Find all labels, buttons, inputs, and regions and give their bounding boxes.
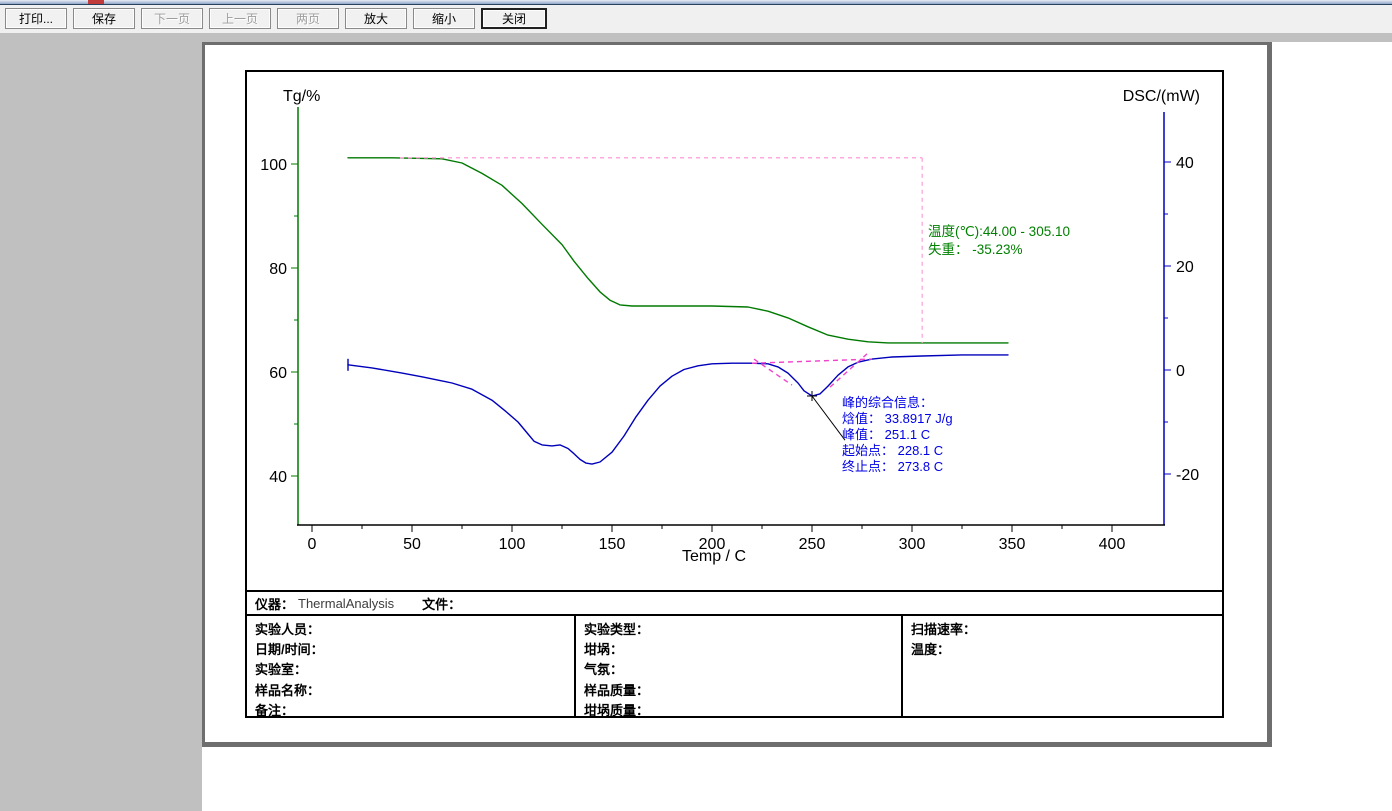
svg-text:0: 0 (1176, 363, 1185, 380)
tg-region-line1: 温度(℃):44.00 - 305.10 (928, 223, 1070, 241)
field-experiment-type: 实验类型： (576, 618, 901, 638)
chart-canvas: 05010015020025030035040010080604040200-2… (247, 72, 1222, 590)
table-column-3: 扫描速率： 温度： (903, 616, 1222, 718)
svg-text:100: 100 (260, 157, 287, 174)
dsc-peak-annotation: 峰的综合信息： 焓值： 33.8917 J/g 峰值： 251.1 C 起始点：… (842, 395, 953, 475)
table-column-2: 实验类型： 坩埚： 气氛： 样品质量： 坩埚质量： (576, 616, 903, 718)
preview-background-left (0, 33, 202, 811)
field-crucible-mass: 坩埚质量： (576, 700, 901, 720)
tg-region-annotation: 温度(℃):44.00 - 305.10 失重： -35.23% (928, 223, 1070, 259)
svg-text:80: 80 (269, 261, 287, 278)
svg-text:150: 150 (599, 536, 626, 553)
report-frame: 05010015020025030035040010080604040200-2… (245, 70, 1224, 718)
field-sample-mass: 样品质量： (576, 679, 901, 699)
peak-info-onset: 起始点： 228.1 C (842, 443, 953, 459)
svg-text:350: 350 (999, 536, 1026, 553)
field-scan-rate: 扫描速率： (903, 618, 1222, 638)
two-page-button: 两页 (277, 8, 339, 29)
peak-info-enthalpy: 焓值： 33.8917 J/g (842, 411, 953, 427)
report-page: 05010015020025030035040010080604040200-2… (202, 42, 1272, 747)
zoom-in-button[interactable]: 放大 (345, 8, 407, 29)
next-page-button: 下一页 (141, 8, 203, 29)
svg-text:-20: -20 (1176, 467, 1199, 484)
preview-background-strip (0, 33, 1392, 42)
field-temperature: 温度： (903, 638, 1222, 658)
peak-info-title: 峰的综合信息： (842, 395, 953, 411)
field-operator: 实验人员： (247, 618, 574, 638)
field-datetime: 日期/时间： (247, 638, 574, 658)
sample-info-table: 实验人员： 日期/时间： 实验室： 样品名称： 备注： 实验类型： 坩埚： 气氛… (247, 614, 1222, 718)
svg-text:100: 100 (499, 536, 526, 553)
peak-info-endset: 终止点： 273.8 C (842, 459, 953, 475)
close-button[interactable]: 关闭 (481, 8, 547, 29)
instrument-value: ThermalAnalysis (298, 596, 394, 611)
svg-text:20: 20 (1176, 259, 1194, 276)
svg-text:60: 60 (269, 365, 287, 382)
print-button[interactable]: 打印... (5, 8, 67, 29)
svg-text:DSC/(mW): DSC/(mW) (1123, 88, 1200, 105)
svg-text:300: 300 (899, 536, 926, 553)
instrument-label: 仪器： (255, 594, 294, 613)
svg-text:40: 40 (1176, 155, 1194, 172)
field-laboratory: 实验室： (247, 659, 574, 679)
svg-text:Temp / C: Temp / C (682, 548, 746, 565)
field-remark: 备注： (247, 700, 574, 720)
prev-page-button: 上一页 (209, 8, 271, 29)
instrument-info-bar: 仪器： ThermalAnalysis 文件： (247, 590, 1222, 614)
window-icon-fragment (88, 0, 104, 4)
tg-region-line2: 失重： -35.23% (928, 241, 1070, 259)
table-column-1: 实验人员： 日期/时间： 实验室： 样品名称： 备注： (247, 616, 576, 718)
file-label: 文件： (422, 594, 461, 613)
zoom-out-button[interactable]: 缩小 (413, 8, 475, 29)
print-preview-toolbar: 打印... 保存 下一页 上一页 两页 放大 缩小 关闭 (0, 5, 1392, 33)
field-atmosphere: 气氛： (576, 659, 901, 679)
svg-text:0: 0 (308, 536, 317, 553)
svg-text:50: 50 (403, 536, 421, 553)
svg-text:Tg/%: Tg/% (283, 88, 320, 105)
save-button[interactable]: 保存 (73, 8, 135, 29)
svg-text:400: 400 (1099, 536, 1126, 553)
field-crucible: 坩埚： (576, 638, 901, 658)
thermal-chart: 05010015020025030035040010080604040200-2… (247, 72, 1222, 590)
field-sample-name: 样品名称： (247, 679, 574, 699)
svg-text:250: 250 (799, 536, 826, 553)
svg-text:40: 40 (269, 469, 287, 486)
peak-info-peak: 峰值： 251.1 C (842, 427, 953, 443)
